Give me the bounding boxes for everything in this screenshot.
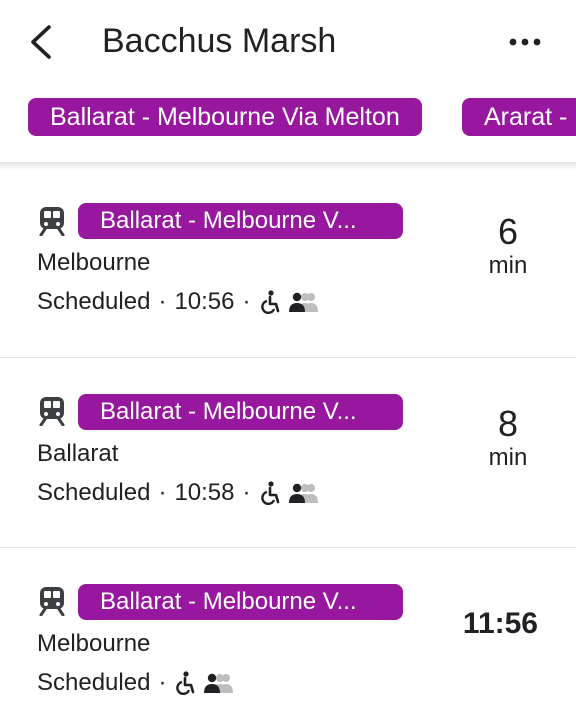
route-filter-chips: Ballarat - Melbourne Via Melton Ararat -… xyxy=(0,98,576,138)
separator-dot: · xyxy=(158,288,167,315)
route-chip-ararat[interactable]: Ararat - Melbourne xyxy=(462,98,576,136)
status-text: Scheduled xyxy=(37,288,151,315)
status-text: Scheduled xyxy=(37,669,151,696)
wheelchair-accessible-icon xyxy=(260,481,279,505)
departure-route-chip: Ballarat - Melbourne V... xyxy=(78,394,403,430)
separator-dot: · xyxy=(158,479,167,506)
departure-row[interactable]: Ballarat - Melbourne V... Melbourne Sche… xyxy=(0,168,576,358)
eta-unit: min xyxy=(488,444,528,471)
crowding-icon xyxy=(204,673,234,693)
back-button[interactable] xyxy=(18,20,62,64)
departure-route-chip: Ballarat - Melbourne V... xyxy=(78,584,403,620)
page-title: Bacchus Marsh xyxy=(102,22,337,60)
departure-meta: Scheduled · 10:56 · xyxy=(37,287,321,317)
train-icon xyxy=(39,207,65,236)
eta: 8 min xyxy=(478,404,538,472)
crowding-icon xyxy=(288,483,318,503)
separator-dot: · xyxy=(242,479,251,506)
departure-row[interactable]: Ballarat - Melbourne V... Ballarat Sched… xyxy=(0,358,576,548)
eta-number: 8 xyxy=(497,403,519,444)
eta-unit: min xyxy=(488,252,528,279)
more-vert-icon xyxy=(509,38,541,46)
destination: Melbourne xyxy=(37,249,151,276)
separator-dot: · xyxy=(242,288,251,315)
wheelchair-accessible-icon xyxy=(176,671,195,695)
destination: Melbourne xyxy=(37,630,151,657)
eta: 6 min xyxy=(478,212,538,280)
departure-row[interactable]: Ballarat - Melbourne V... Melbourne Sche… xyxy=(0,548,576,720)
eta-clock-time: 11:56 xyxy=(462,607,538,640)
train-icon xyxy=(39,587,65,616)
status-text: Scheduled xyxy=(37,479,151,506)
departure-route-chip: Ballarat - Melbourne V... xyxy=(78,203,403,239)
departure-meta: Scheduled · xyxy=(37,668,236,698)
train-icon xyxy=(39,397,65,426)
back-arrow-icon xyxy=(31,25,51,59)
wheelchair-accessible-icon xyxy=(260,290,279,314)
crowding-icon xyxy=(288,292,318,312)
route-chip-ballarat[interactable]: Ballarat - Melbourne Via Melton xyxy=(28,98,422,136)
departure-meta: Scheduled · 10:58 · xyxy=(37,478,321,508)
separator-dot: · xyxy=(158,669,167,696)
more-options-button[interactable] xyxy=(500,20,550,64)
departure-time: 10:56 xyxy=(174,288,235,315)
departure-time: 10:58 xyxy=(174,479,235,506)
app-header: Bacchus Marsh xyxy=(0,0,576,84)
eta-number: 6 xyxy=(497,211,519,252)
destination: Ballarat xyxy=(37,440,119,467)
